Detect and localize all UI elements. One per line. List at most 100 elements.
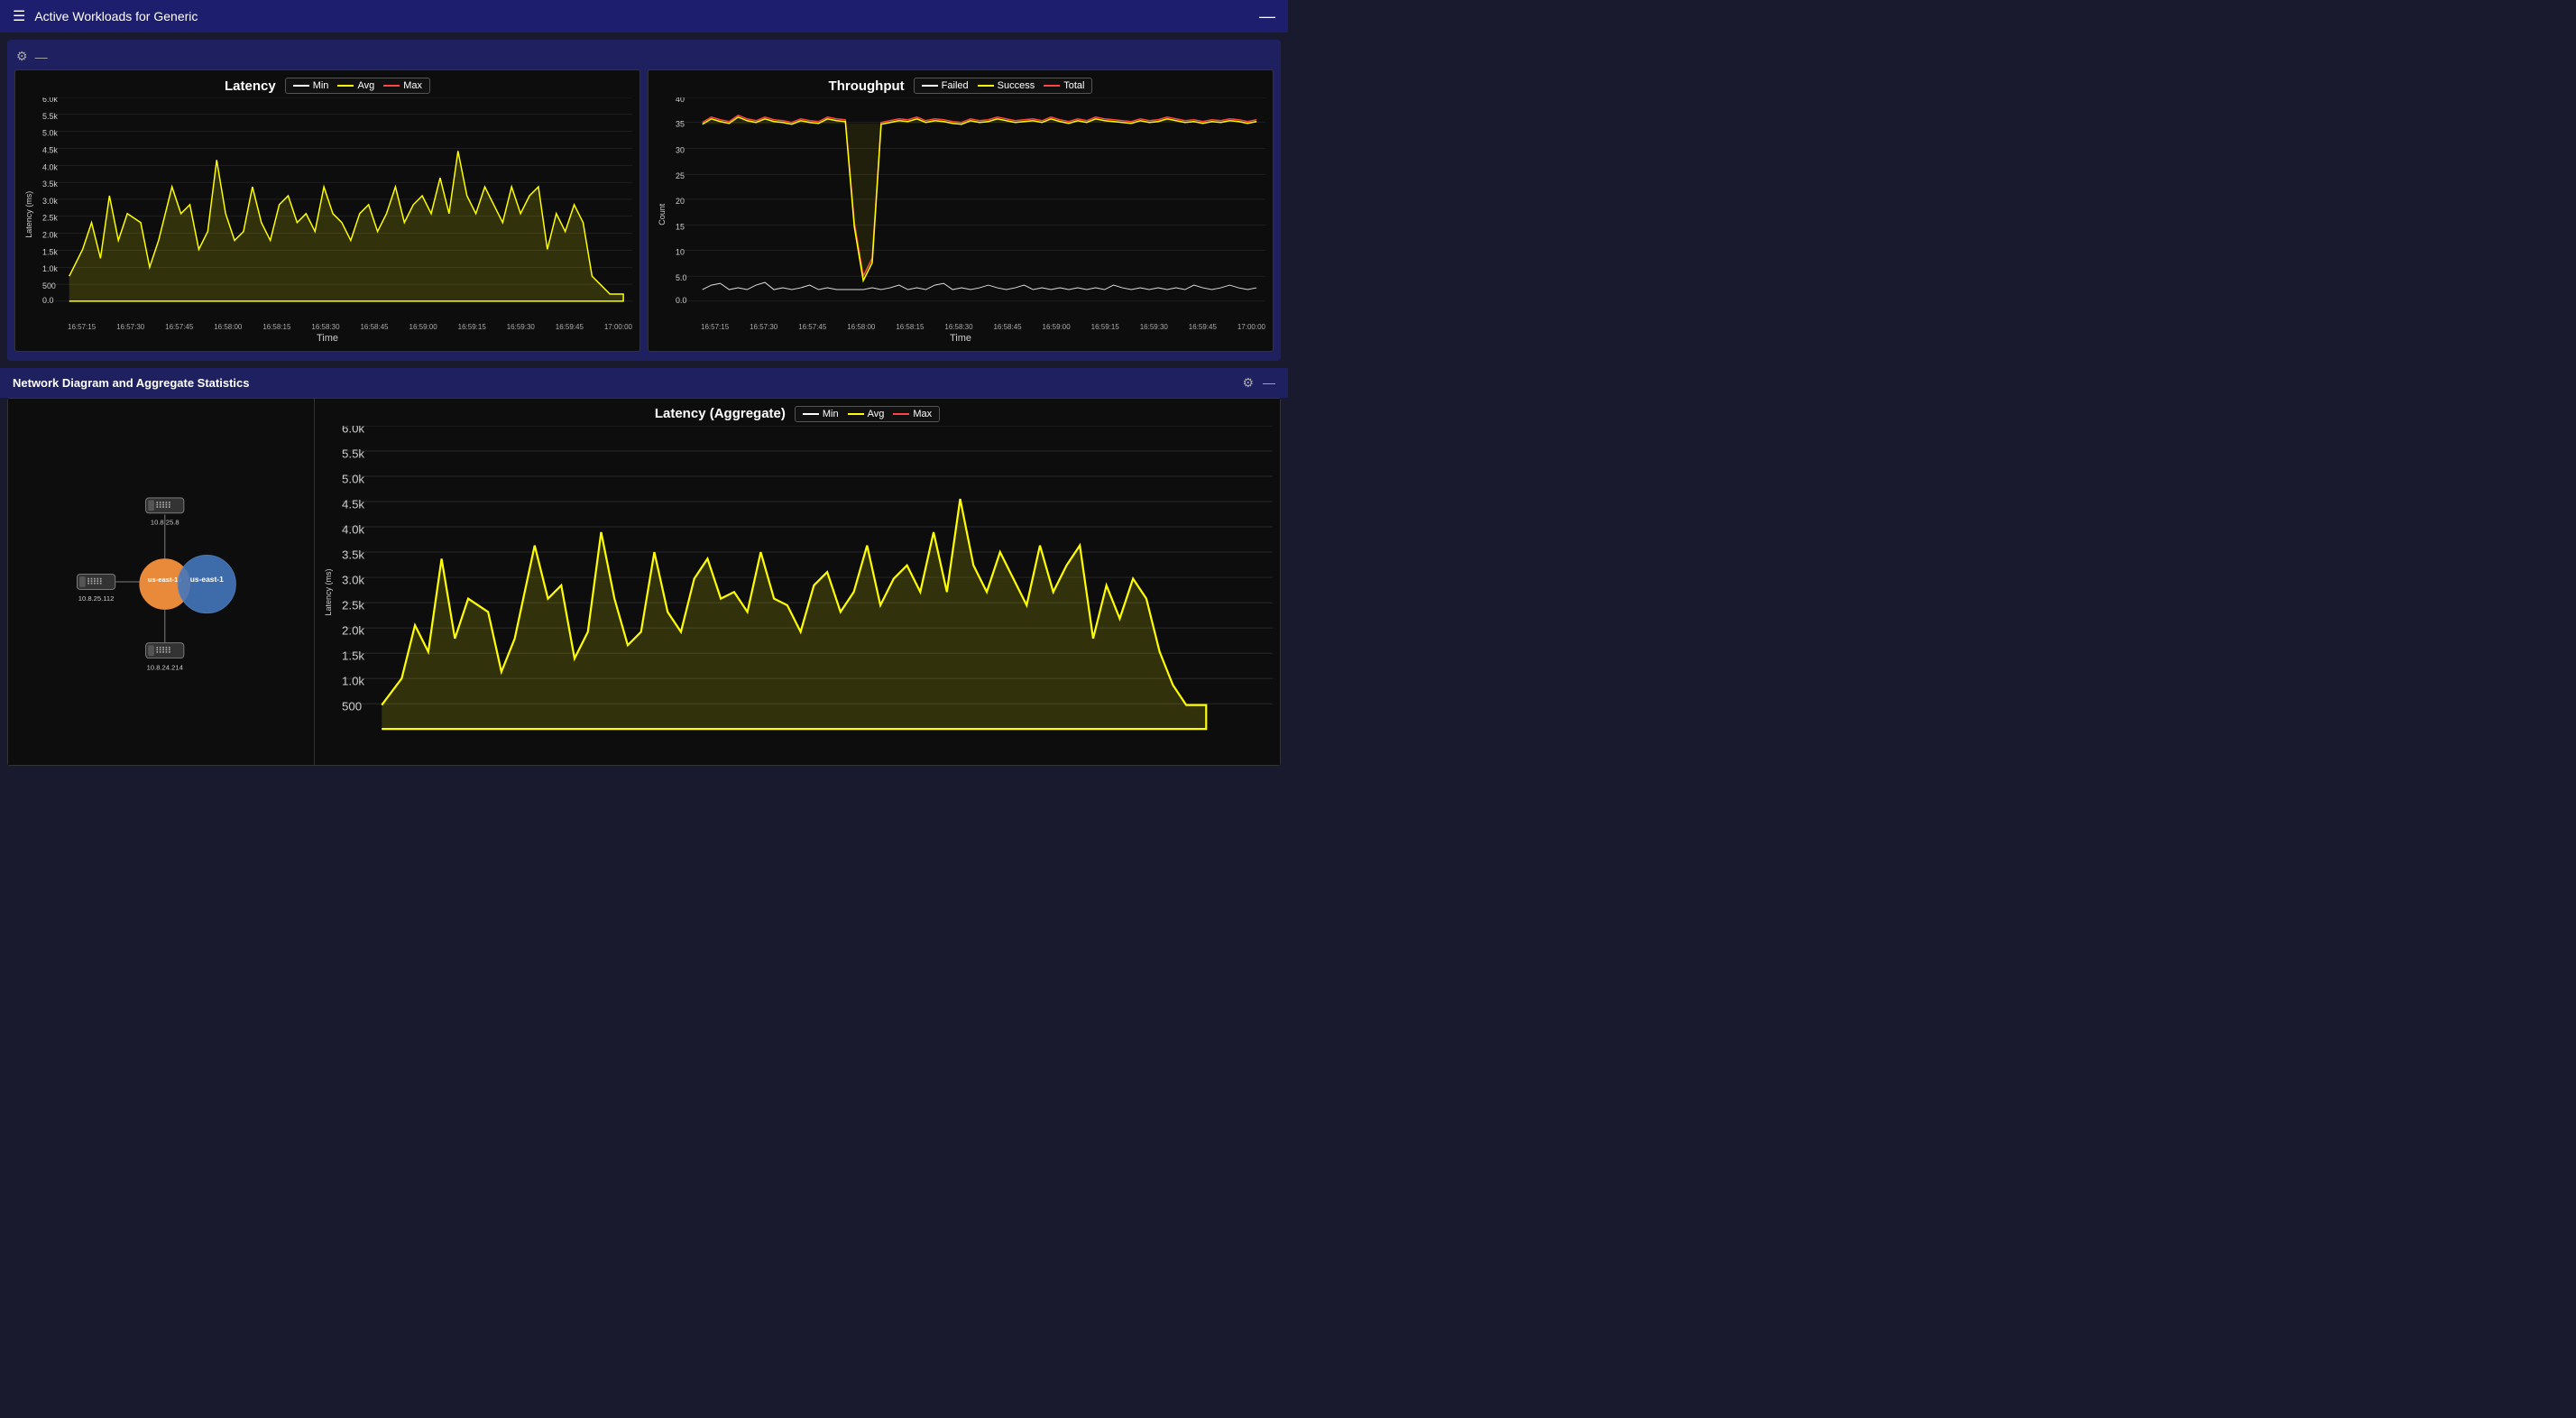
svg-text:3.0k: 3.0k	[42, 197, 58, 206]
svg-text:15: 15	[676, 223, 685, 232]
x-tick-6: 16:58:30	[311, 323, 339, 331]
x-tick-2: 16:57:30	[116, 323, 144, 331]
svg-text:us-east-1a: us-east-1a	[148, 575, 182, 584]
throughput-failed-label: Failed	[942, 80, 969, 91]
tp-x-tick-5: 16:58:15	[896, 323, 924, 331]
agg-legend-avg: Avg	[848, 409, 885, 419]
aggregate-svg: 6.0k 5.5k 5.0k 4.5k 4.0k 3.5k 3.0k 2.5k …	[342, 426, 1273, 759]
section2-header: Network Diagram and Aggregate Statistics…	[0, 368, 1288, 398]
svg-text:5.5k: 5.5k	[42, 112, 58, 121]
svg-text:4.5k: 4.5k	[42, 145, 58, 154]
throughput-svg: 40 35 30 25 20 15 10 5.0 0.0	[676, 97, 1265, 321]
agg-max-label: Max	[913, 409, 932, 419]
hamburger-icon[interactable]: ☰	[13, 7, 25, 25]
bottom-section: 10.8.25.8	[7, 398, 1281, 767]
svg-text:4.5k: 4.5k	[342, 497, 364, 511]
header-minimize-button[interactable]: —	[1259, 7, 1275, 26]
svg-text:35: 35	[676, 120, 685, 129]
agg-avg-label: Avg	[868, 409, 885, 419]
section1-minimize-icon[interactable]: —	[35, 50, 48, 64]
svg-text:10: 10	[676, 247, 685, 256]
svg-text:20: 20	[676, 197, 685, 206]
throughput-x-axis-label: Time	[656, 333, 1265, 344]
throughput-legend: Failed Success Total	[914, 78, 1093, 94]
aggregate-chart-area: 6.0k 5.5k 5.0k 4.5k 4.0k 3.5k 3.0k 2.5k …	[342, 426, 1273, 759]
latency-chart-inner: Latency (ms)	[23, 97, 632, 331]
latency-legend: Min Avg Max	[285, 78, 430, 94]
svg-text:500: 500	[42, 281, 56, 290]
svg-text:500: 500	[342, 699, 362, 713]
tp-x-tick-9: 16:59:15	[1091, 323, 1119, 331]
svg-text:2.0k: 2.0k	[42, 231, 58, 240]
tp-x-tick-7: 16:58:45	[993, 323, 1021, 331]
tp-x-tick-11: 16:59:45	[1189, 323, 1217, 331]
svg-text:10.8.24.214: 10.8.24.214	[147, 663, 184, 671]
tp-x-tick-3: 16:57:45	[798, 323, 826, 331]
latency-legend-min: Min	[293, 80, 329, 91]
x-tick-4: 16:58:00	[214, 323, 242, 331]
svg-text:3.5k: 3.5k	[42, 180, 58, 189]
aggregate-title-area: Latency (Aggregate) Min Avg Max	[322, 406, 1273, 422]
svg-text:6.0k: 6.0k	[42, 97, 58, 104]
x-tick-11: 16:59:45	[556, 323, 584, 331]
svg-text:0.0: 0.0	[676, 296, 686, 305]
tp-x-tick-1: 16:57:15	[701, 323, 729, 331]
throughput-total-line	[1044, 85, 1060, 87]
throughput-chart-inner: Count 40	[656, 97, 1265, 331]
latency-min-line	[293, 85, 309, 87]
tp-x-tick-10: 16:59:30	[1140, 323, 1168, 331]
latency-min-label: Min	[313, 80, 329, 91]
svg-text:2.5k: 2.5k	[342, 598, 364, 612]
latency-svg: 6.0k 5.5k 5.0k 4.5k 4.0k 3.5k 3.0k 2.5k …	[42, 97, 632, 321]
svg-text:2.5k: 2.5k	[42, 214, 58, 223]
header-left: ☰ Active Workloads for Generic	[13, 7, 198, 25]
aggregate-chart-container: Latency (Aggregate) Min Avg Max	[315, 399, 1280, 766]
bottom-row: 10.8.25.8	[8, 399, 1280, 766]
section2-icons: ⚙ —	[1242, 375, 1275, 391]
section1-gear-icon[interactable]: ⚙	[16, 49, 28, 64]
svg-text:5.0k: 5.0k	[342, 472, 364, 485]
tp-x-tick-6: 16:58:30	[944, 323, 972, 331]
x-tick-8: 16:59:00	[409, 323, 437, 331]
aggregate-y-label: Latency (ms)	[322, 426, 342, 759]
throughput-title-area: Throughput Failed Success Total	[656, 78, 1265, 94]
agg-avg-line	[848, 413, 864, 415]
latency-title-area: Latency Min Avg Max	[23, 78, 632, 94]
throughput-chart-container: Throughput Failed Success Total	[648, 69, 1274, 352]
svg-text:4.0k: 4.0k	[342, 522, 364, 536]
svg-text:1.0k: 1.0k	[342, 674, 364, 687]
svg-text:1.5k: 1.5k	[342, 649, 364, 662]
throughput-y-label: Count	[656, 97, 676, 331]
network-diagram: 10.8.25.8	[8, 399, 315, 766]
svg-text:3.5k: 3.5k	[342, 548, 364, 561]
svg-text:6.0k: 6.0k	[342, 426, 364, 435]
section2-gear-icon[interactable]: ⚙	[1242, 375, 1254, 391]
throughput-chart-title: Throughput	[829, 78, 905, 94]
charts-row: Latency Min Avg Max	[14, 69, 1274, 352]
tp-x-tick-8: 16:59:00	[1043, 323, 1071, 331]
latency-legend-avg: Avg	[337, 80, 374, 91]
svg-text:1.0k: 1.0k	[42, 264, 58, 273]
latency-chart-title: Latency	[225, 78, 276, 94]
agg-legend-max: Max	[893, 409, 932, 419]
svg-text:5.0: 5.0	[676, 273, 686, 282]
agg-max-line	[893, 413, 909, 415]
throughput-chart-area: 40 35 30 25 20 15 10 5.0 0.0	[676, 97, 1265, 331]
latency-x-axis-label: Time	[23, 333, 632, 344]
top-header: ☰ Active Workloads for Generic —	[0, 0, 1288, 32]
tp-x-tick-2: 16:57:30	[750, 323, 777, 331]
agg-min-line	[803, 413, 819, 415]
throughput-success-label: Success	[998, 80, 1035, 91]
svg-text:5.5k: 5.5k	[342, 447, 364, 460]
section1-panel: ⚙ — Latency Min Avg Max	[7, 40, 1281, 361]
latency-x-ticks: 16:57:15 16:57:30 16:57:45 16:58:00 16:5…	[42, 321, 632, 331]
x-tick-1: 16:57:15	[68, 323, 96, 331]
svg-text:2.0k: 2.0k	[342, 623, 364, 637]
svg-text:40: 40	[676, 97, 685, 104]
aggregate-legend: Min Avg Max	[795, 406, 940, 422]
latency-avg-line	[337, 85, 354, 87]
tp-x-tick-4: 16:58:00	[847, 323, 875, 331]
section2-minimize-icon[interactable]: —	[1263, 375, 1275, 391]
x-tick-10: 16:59:30	[507, 323, 535, 331]
throughput-success-line	[978, 85, 994, 87]
